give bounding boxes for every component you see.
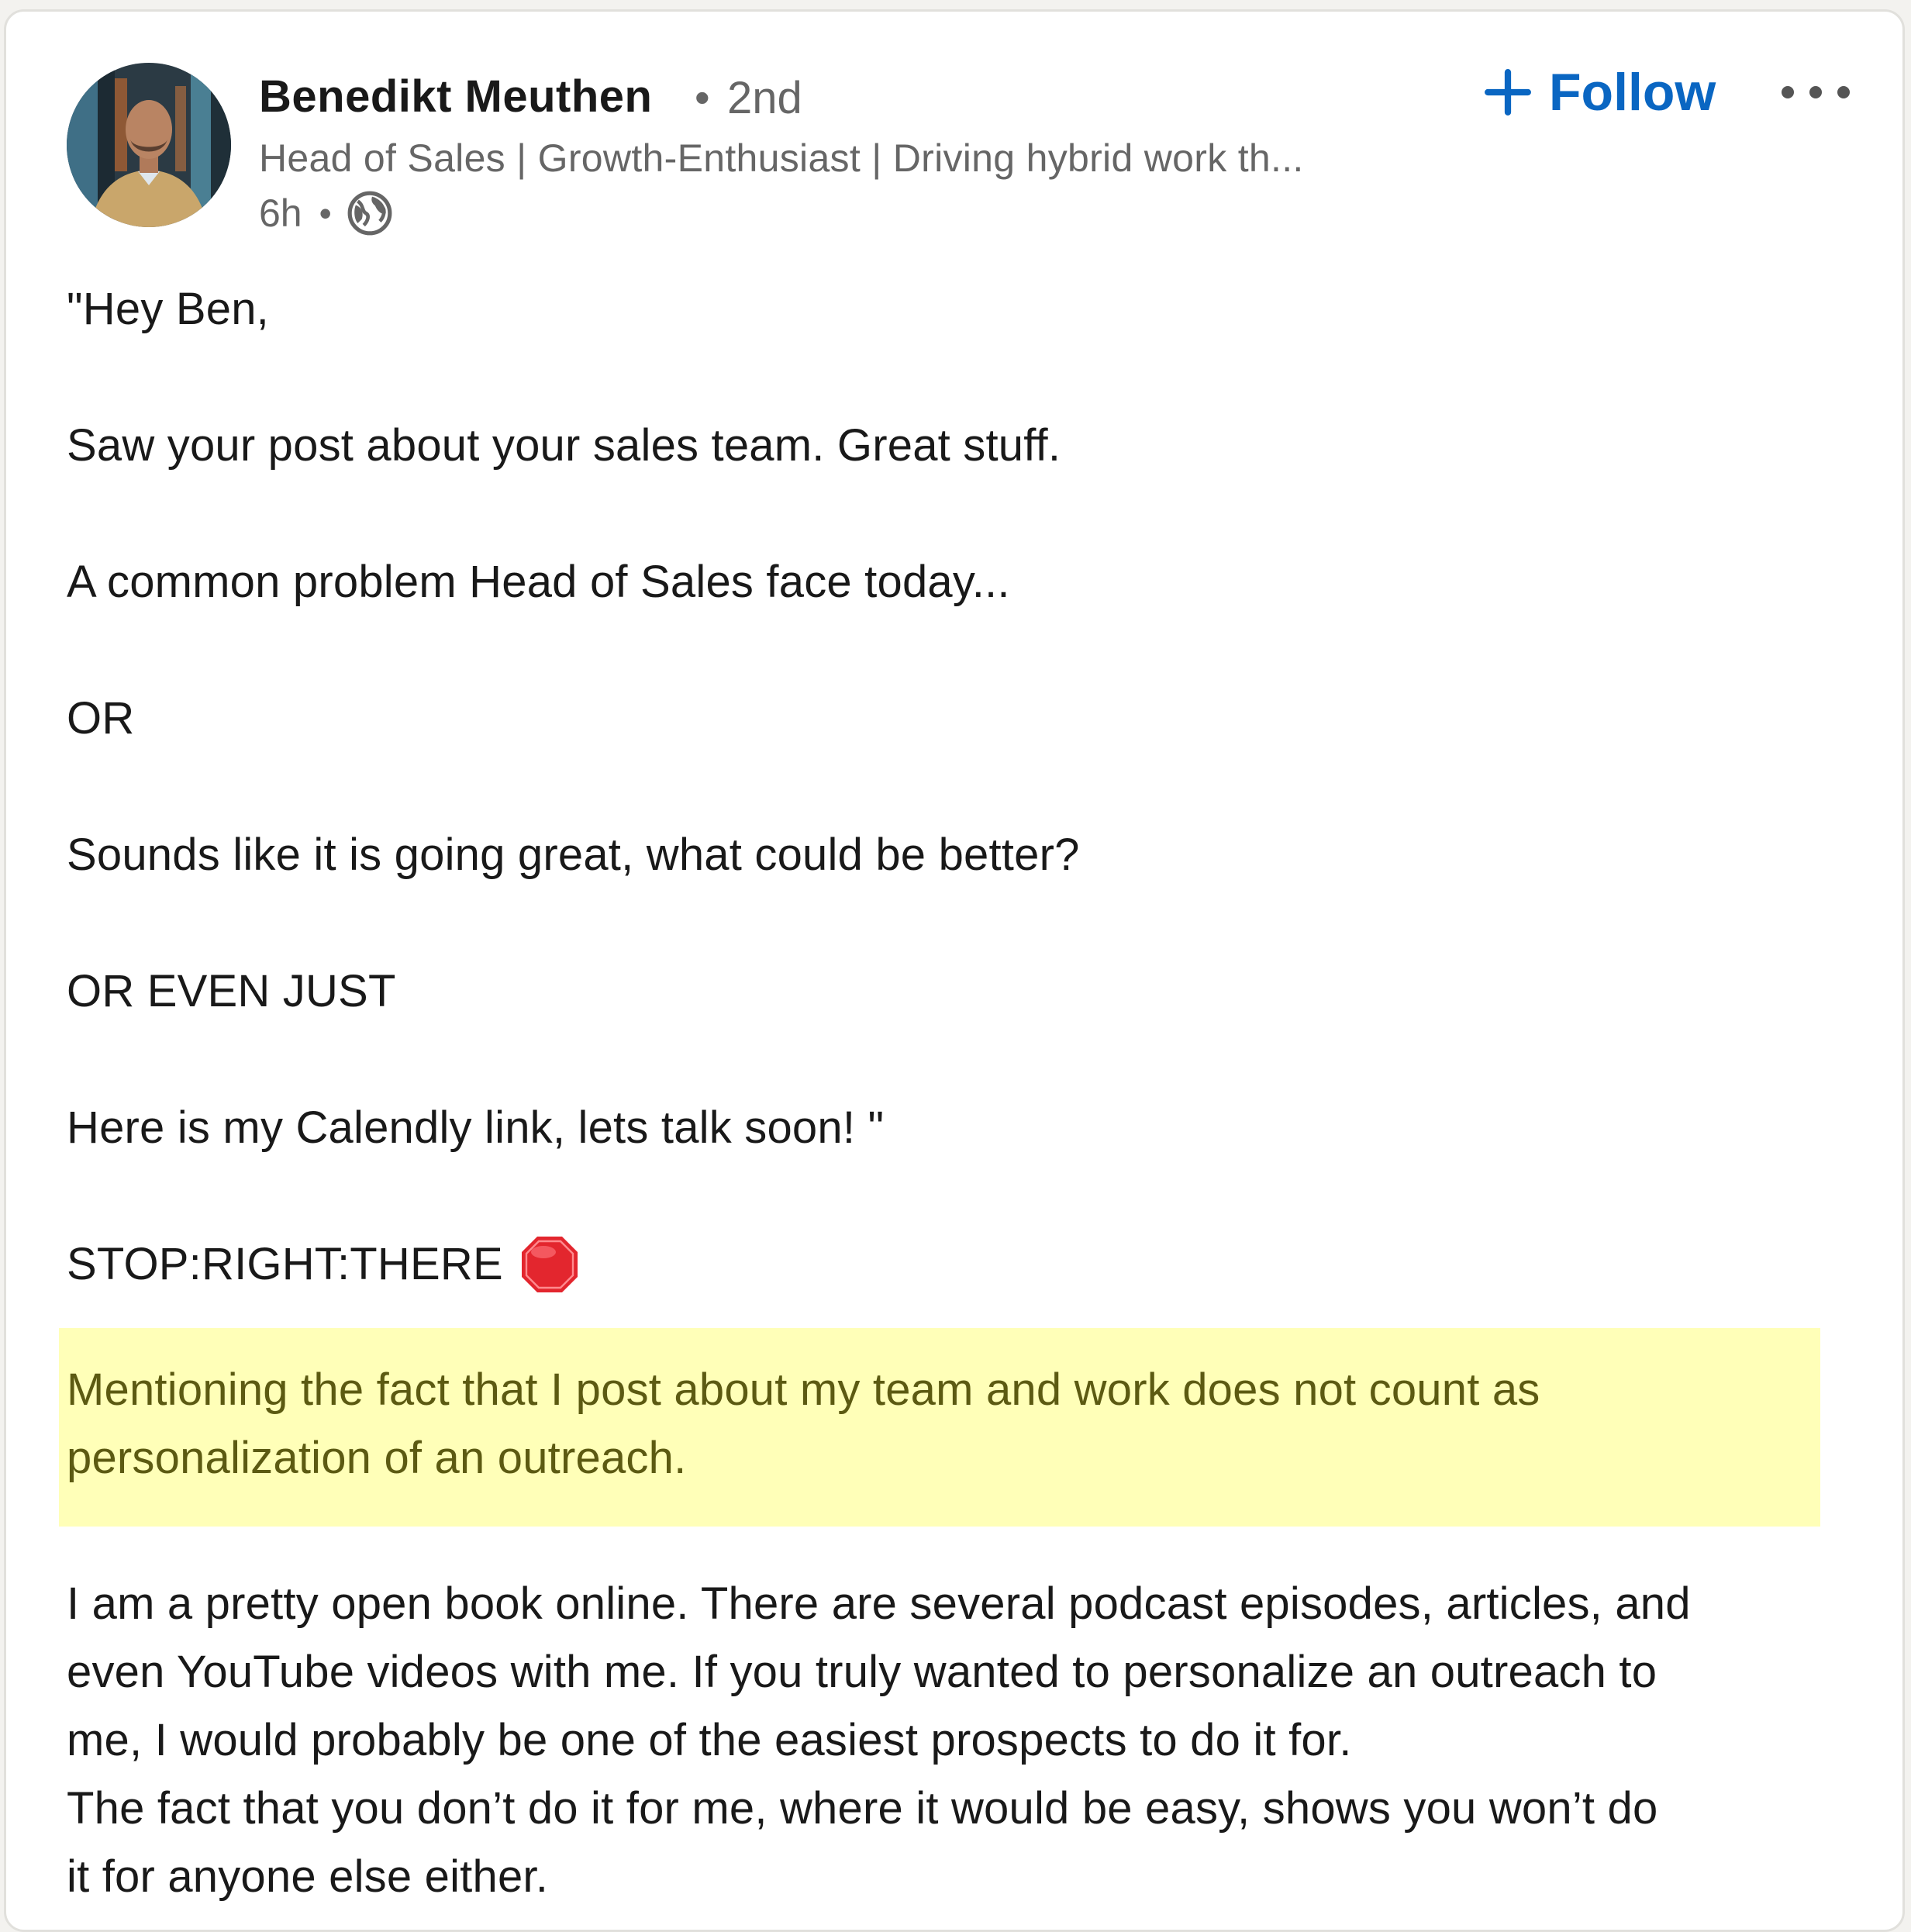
stop-text: STOP:RIGHT:THERE: [67, 1239, 503, 1289]
meta-separator: •: [319, 193, 332, 233]
highlighted-text: Mentioning the fact that I post about my…: [59, 1328, 1820, 1527]
closing-line: I am a pretty open book online. There ar…: [67, 1578, 1691, 1629]
degree-separator: •: [695, 73, 710, 122]
closing-line: The fact that you don’t do it for me, wh…: [67, 1783, 1658, 1834]
post-time: 6h: [259, 191, 302, 235]
post-paragraph: OR: [67, 693, 135, 743]
author-headline: Head of Sales | Growth-Enthusiast | Driv…: [259, 136, 1304, 180]
post-paragraph: "Hey Ben,: [67, 284, 269, 334]
author-name[interactable]: Benedikt Meuthen: [259, 71, 653, 122]
closing-paragraph: I am a pretty open book online. There ar…: [67, 1570, 1881, 1911]
follow-label: Follow: [1549, 63, 1716, 122]
highlight-line: personalization of an outreach.: [67, 1433, 687, 1483]
post-meta: 6h •: [259, 190, 394, 236]
post-paragraph: OR EVEN JUST: [67, 966, 396, 1016]
post-body: "Hey Ben, Saw your post about your sales…: [67, 275, 1865, 1367]
highlight-line: Mentioning the fact that I post about my…: [67, 1364, 1540, 1415]
post-paragraph: Here is my Calendly link, lets talk soon…: [67, 1102, 885, 1153]
stop-sign-icon: [521, 1237, 578, 1292]
post-paragraph: Sounds like it is going great, what coul…: [67, 830, 1080, 880]
author-avatar[interactable]: [67, 63, 231, 227]
more-options-button[interactable]: [1775, 72, 1856, 112]
post-paragraph: Saw your post about your sales team. Gre…: [67, 420, 1061, 471]
ellipsis-icon: [1782, 86, 1850, 98]
closing-line: it for anyone else either.: [67, 1851, 549, 1902]
stop-line: STOP:RIGHT:THERE: [67, 1230, 1865, 1299]
plus-icon: [1485, 69, 1531, 116]
globe-icon: [347, 191, 392, 236]
post-card: Benedikt Meuthen • 2nd Head of Sales | G…: [4, 9, 1905, 1932]
closing-line: even YouTube videos with me. If you trul…: [67, 1647, 1657, 1697]
connection-degree: 2nd: [727, 73, 802, 123]
follow-button[interactable]: Follow: [1484, 60, 1716, 125]
profile-photo: [67, 63, 231, 227]
closing-line: me, I would probably be one of the easie…: [67, 1715, 1352, 1765]
post-paragraph: A common problem Head of Sales face toda…: [67, 557, 1010, 607]
